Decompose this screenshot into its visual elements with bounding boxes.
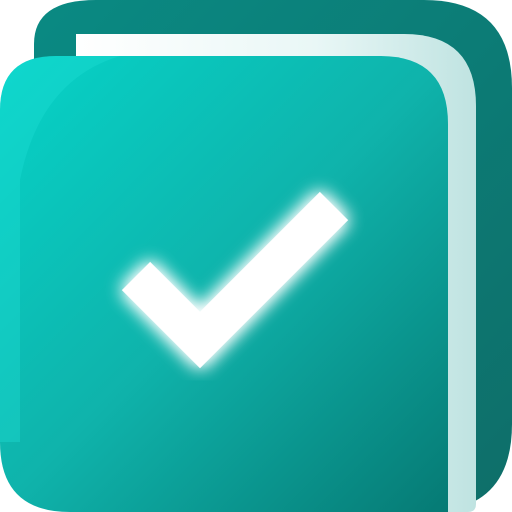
app-icon [0, 0, 512, 512]
notebook-icon [0, 0, 512, 512]
notebook-front-cover [0, 56, 448, 512]
